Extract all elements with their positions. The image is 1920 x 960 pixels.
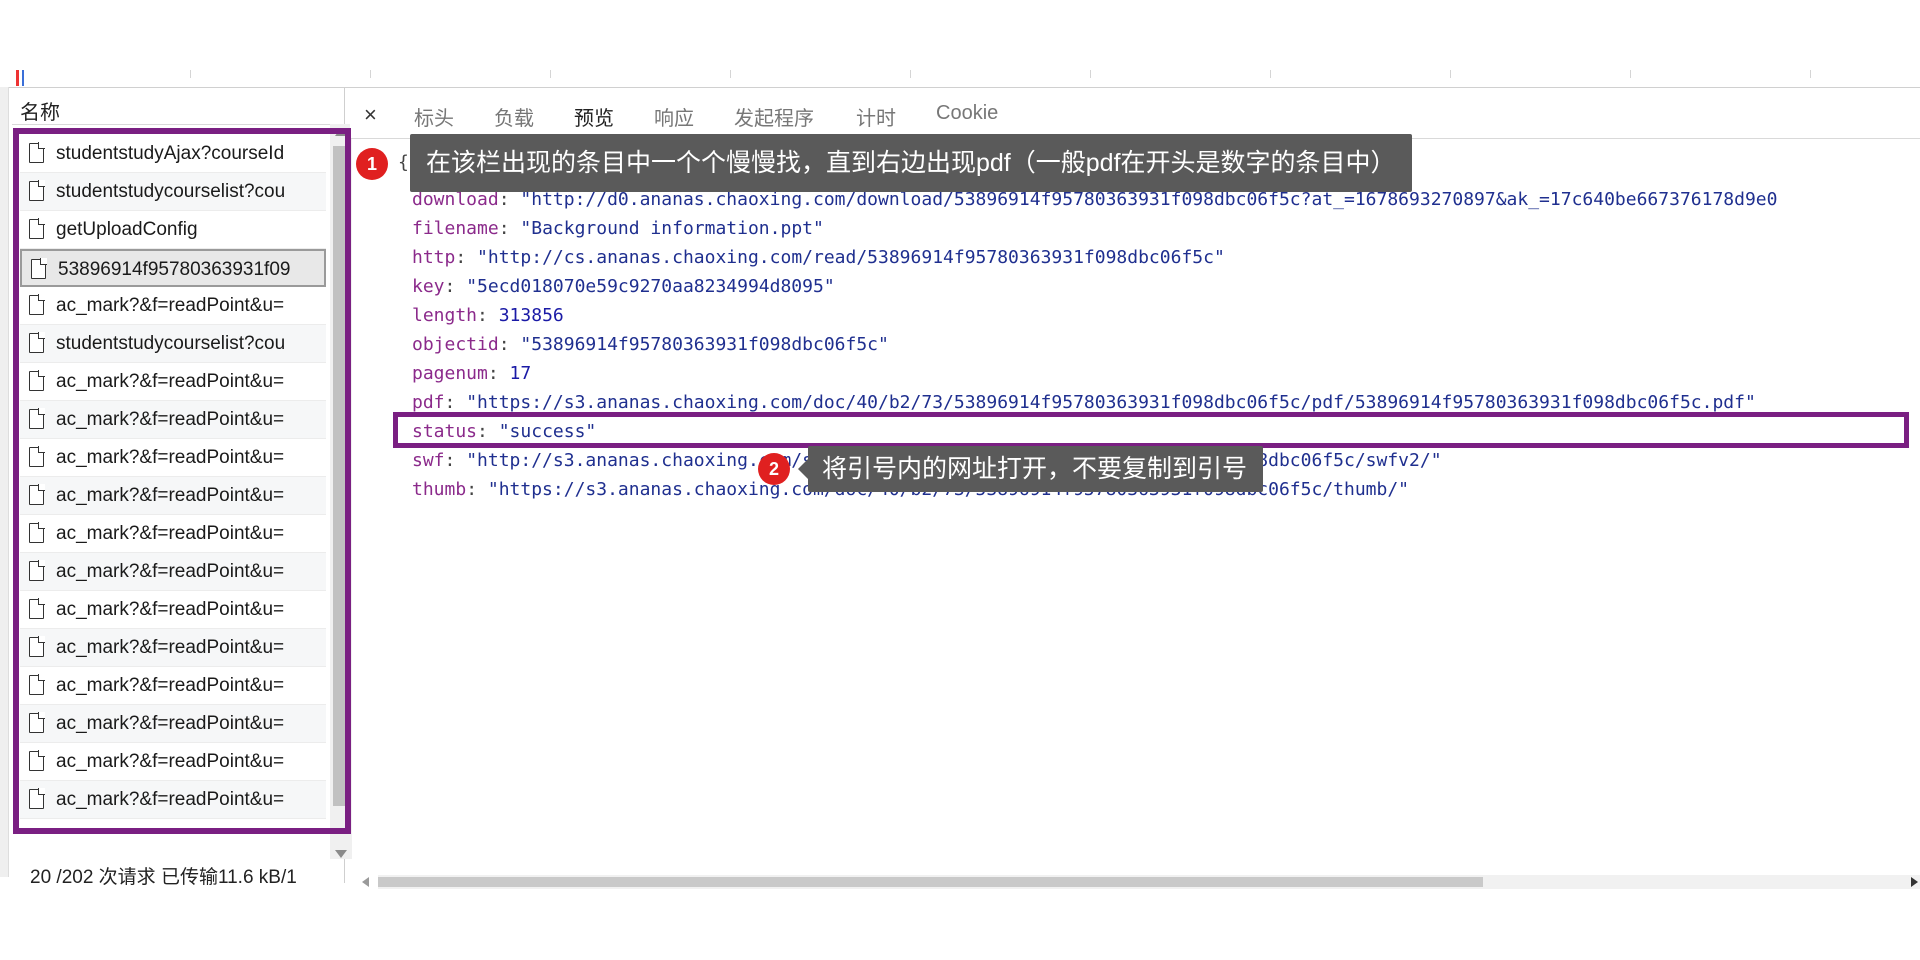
timeline-tick	[1450, 70, 1451, 78]
json-key: thumb	[412, 479, 467, 500]
json-key: pdf	[412, 392, 445, 413]
json-value: "http://d0.ananas.chaoxing.com/download/…	[520, 189, 1778, 210]
json-open-brace: {	[398, 152, 409, 173]
json-field-objectid[interactable]: objectid: "53896914f95780363931f098dbc06…	[412, 330, 1777, 359]
json-key: key	[412, 276, 445, 297]
json-value: "Background information.ppt"	[520, 218, 824, 239]
annotation-badge-1: 1	[356, 148, 388, 180]
json-separator: :	[466, 479, 488, 500]
pdf-field-highlight-box	[393, 412, 1909, 448]
json-key: download	[412, 189, 499, 210]
timeline-tick	[370, 70, 371, 78]
json-field-pagenum[interactable]: pagenum: 17	[412, 359, 1777, 388]
json-key: objectid	[412, 334, 499, 355]
name-column-header[interactable]: 名称	[12, 88, 344, 125]
json-value: "53896914f95780363931f098dbc06f5c"	[520, 334, 889, 355]
json-separator: :	[455, 247, 478, 268]
request-list-highlight-box	[13, 128, 351, 834]
json-separator: :	[444, 276, 467, 297]
json-key: filename	[412, 218, 499, 239]
tab-payload[interactable]: 负载	[494, 102, 534, 131]
timeline-tick	[730, 70, 731, 78]
timeline-tick	[550, 70, 551, 78]
timeline-tick	[1810, 70, 1811, 78]
load-marker-blue	[22, 70, 24, 86]
scroll-left-arrow-icon[interactable]	[362, 877, 369, 887]
annotation-callout-1: 在该栏出现的条目中一个个慢慢找，直到右边出现pdf（一般pdf在开头是数字的条目…	[410, 134, 1412, 192]
tab-cookie[interactable]: Cookie	[936, 102, 998, 125]
json-field-key[interactable]: key: "5ecd018070e59c9270aa8234994d8095"	[412, 272, 1777, 301]
scroll-down-arrow-icon[interactable]	[335, 850, 347, 858]
horizontal-scrollbar-thumb[interactable]	[378, 877, 1483, 887]
json-key: http	[412, 247, 456, 268]
scroll-right-arrow-icon[interactable]	[1911, 877, 1918, 887]
network-overview-timeline[interactable]	[0, 70, 1920, 88]
json-key: swf	[412, 450, 445, 471]
json-value: 17	[509, 363, 532, 384]
json-value: "http://cs.ananas.chaoxing.com/read/5389…	[477, 247, 1225, 268]
json-field-length[interactable]: length: 313856	[412, 301, 1777, 330]
request-summary-status: 20 /202 次请求 已传输11.6 kB/1	[30, 867, 297, 888]
tab-headers[interactable]: 标头	[414, 102, 454, 131]
json-separator: :	[487, 363, 510, 384]
json-key: length	[412, 305, 478, 326]
close-detail-icon[interactable]: ×	[364, 102, 377, 128]
detail-tab-bar: × 标头 负载 预览 响应 发起程序 计时 Cookie	[350, 88, 1920, 139]
json-value: "https://s3.ananas.chaoxing.com/doc/40/b…	[466, 392, 1756, 413]
tab-initiator[interactable]: 发起程序	[734, 102, 814, 131]
json-separator: :	[498, 334, 521, 355]
load-marker-red	[16, 70, 19, 86]
tab-preview[interactable]: 预览	[574, 102, 614, 131]
json-field-http[interactable]: http: "http://cs.ananas.chaoxing.com/rea…	[412, 243, 1777, 272]
json-key: pagenum	[412, 363, 488, 384]
json-value: 313856	[498, 305, 564, 326]
json-separator: :	[498, 218, 521, 239]
timeline-tick	[1270, 70, 1271, 78]
json-separator: :	[477, 305, 499, 326]
tab-timing[interactable]: 计时	[856, 102, 896, 131]
timeline-tick	[1090, 70, 1091, 78]
json-separator: :	[444, 392, 467, 413]
json-separator: :	[444, 450, 467, 471]
name-column-header-label: 名称	[20, 102, 60, 124]
json-separator: :	[498, 189, 521, 210]
timeline-tick	[1630, 70, 1631, 78]
timeline-tick	[910, 70, 911, 78]
timeline-tick	[190, 70, 191, 78]
annotation-badge-2: 2	[758, 453, 790, 485]
annotation-callout-2: 将引号内的网址打开，不要复制到引号	[797, 446, 1264, 492]
preview-horizontal-scrollbar[interactable]	[362, 875, 1920, 889]
json-value: "5ecd018070e59c9270aa8234994d8095"	[466, 276, 835, 297]
left-edge-gutter	[0, 87, 9, 877]
json-field-filename[interactable]: filename: "Background information.ppt"	[412, 214, 1777, 243]
tab-response[interactable]: 响应	[654, 102, 694, 131]
